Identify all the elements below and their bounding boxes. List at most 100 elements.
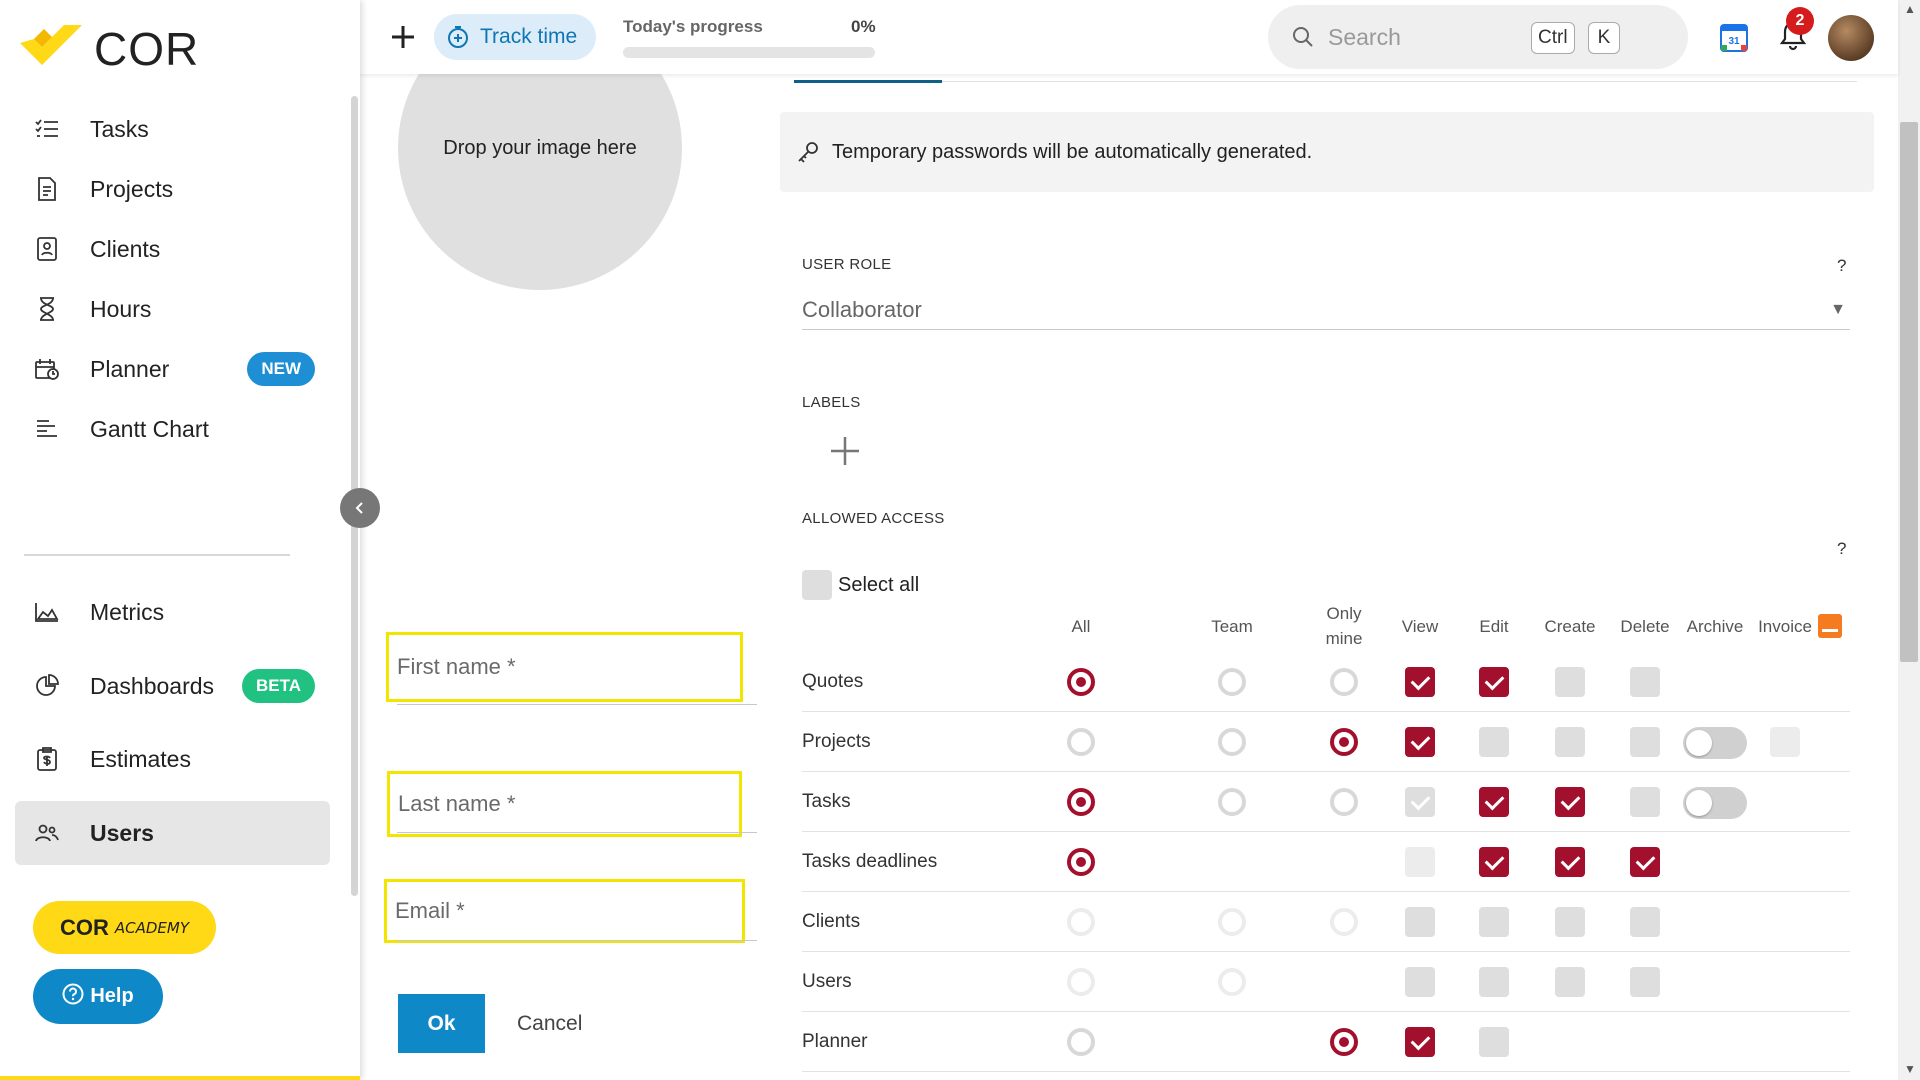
- view-checkbox[interactable]: [1405, 667, 1435, 697]
- all-radio[interactable]: [1067, 668, 1095, 696]
- all-radio[interactable]: [1067, 968, 1095, 996]
- email-input[interactable]: [395, 898, 742, 924]
- team-radio[interactable]: [1218, 968, 1246, 996]
- pie-chart-icon: [33, 672, 61, 700]
- delete-checkbox[interactable]: [1630, 787, 1660, 817]
- create-cell: [1555, 847, 1585, 877]
- sidebar-item-dashboards[interactable]: Dashboards BETA: [15, 654, 330, 718]
- sidebar-item-planner[interactable]: Planner NEW: [15, 337, 330, 401]
- quick-add-button[interactable]: [386, 20, 420, 54]
- create-checkbox[interactable]: [1555, 787, 1585, 817]
- sidebar-item-metrics[interactable]: Metrics: [15, 580, 330, 644]
- invoice-cell: [1770, 727, 1800, 757]
- view-cell: [1405, 847, 1435, 877]
- delete-checkbox[interactable]: [1630, 667, 1660, 697]
- page-scrollbar-thumb[interactable]: [1900, 122, 1918, 662]
- create-checkbox[interactable]: [1555, 727, 1585, 757]
- team-radio[interactable]: [1218, 788, 1246, 816]
- all-radio[interactable]: [1067, 1028, 1095, 1056]
- create-checkbox[interactable]: [1555, 667, 1585, 697]
- all-cell: [1066, 1027, 1096, 1057]
- select-all-checkbox[interactable]: Select all: [802, 570, 919, 600]
- invoice-checkbox[interactable]: [1770, 727, 1800, 757]
- notice-text: Temporary passwords will be automaticall…: [832, 140, 1313, 163]
- mine-radio[interactable]: [1330, 1028, 1358, 1056]
- logo[interactable]: COR: [20, 14, 199, 84]
- last-name-input[interactable]: [398, 791, 739, 817]
- sidebar-item-label: Tasks: [90, 115, 149, 142]
- sidebar-item-label: Dashboards: [90, 672, 215, 699]
- edit-checkbox[interactable]: [1479, 787, 1509, 817]
- edit-checkbox[interactable]: [1479, 847, 1509, 877]
- delete-checkbox[interactable]: [1630, 907, 1660, 937]
- create-checkbox[interactable]: [1555, 967, 1585, 997]
- plus-icon: [831, 437, 859, 465]
- team-radio[interactable]: [1218, 908, 1246, 936]
- sidebar-item-projects[interactable]: Projects: [15, 157, 330, 221]
- cancel-button[interactable]: Cancel: [517, 1012, 582, 1036]
- email-field[interactable]: [384, 879, 745, 943]
- mine-radio[interactable]: [1330, 728, 1358, 756]
- labels-label: LABELS: [802, 394, 861, 411]
- sidebar-item-users[interactable]: Users: [15, 801, 330, 865]
- team-radio[interactable]: [1218, 728, 1246, 756]
- create-checkbox[interactable]: [1555, 847, 1585, 877]
- progress-value: 0%: [851, 17, 876, 36]
- user-role-value: Collaborator: [802, 296, 922, 322]
- delete-checkbox[interactable]: [1630, 727, 1660, 757]
- scroll-up-icon[interactable]: ▲: [1904, 2, 1916, 16]
- sidebar-item-tasks[interactable]: Tasks: [15, 97, 330, 161]
- view-checkbox[interactable]: [1405, 1027, 1435, 1057]
- sidebar-item-label: Gantt Chart: [90, 415, 209, 442]
- track-time-button[interactable]: Track time: [434, 14, 596, 60]
- all-radio[interactable]: [1067, 848, 1095, 876]
- sidebar-item-estimates[interactable]: Estimates: [15, 727, 330, 791]
- last-name-field[interactable]: [387, 771, 742, 837]
- user-role-help-icon[interactable]: ?: [1837, 256, 1846, 276]
- view-checkbox[interactable]: [1405, 907, 1435, 937]
- archive-toggle[interactable]: [1683, 787, 1747, 819]
- view-checkbox[interactable]: [1405, 967, 1435, 997]
- delete-cell: [1630, 787, 1660, 817]
- create-checkbox[interactable]: [1555, 907, 1585, 937]
- view-checkbox[interactable]: [1405, 727, 1435, 757]
- view-cell: [1405, 967, 1435, 997]
- sidebar-item-clients[interactable]: Clients: [15, 217, 330, 281]
- sidebar-item-gantt-chart[interactable]: Gantt Chart: [15, 397, 330, 461]
- edit-checkbox[interactable]: [1479, 1027, 1509, 1057]
- archive-toggle[interactable]: [1683, 727, 1747, 759]
- all-radio[interactable]: [1067, 728, 1095, 756]
- edit-checkbox[interactable]: [1479, 907, 1509, 937]
- edit-checkbox[interactable]: [1479, 667, 1509, 697]
- mine-radio[interactable]: [1330, 908, 1358, 936]
- delete-checkbox[interactable]: [1630, 967, 1660, 997]
- view-checkbox[interactable]: [1405, 847, 1435, 877]
- allowed-access-help-icon[interactable]: ?: [1837, 539, 1846, 559]
- view-checkbox[interactable]: [1405, 787, 1435, 817]
- cor-academy-button[interactable]: COR ACADEMY: [33, 901, 216, 954]
- add-label-button[interactable]: [828, 434, 862, 468]
- page: COR Tasks Projects Clients Hours Planner…: [0, 0, 1920, 1080]
- all-radio[interactable]: [1067, 908, 1095, 936]
- search-box[interactable]: Ctrl K: [1268, 5, 1688, 69]
- edit-checkbox[interactable]: [1479, 967, 1509, 997]
- mine-radio[interactable]: [1330, 788, 1358, 816]
- all-radio[interactable]: [1067, 788, 1095, 816]
- scroll-down-icon[interactable]: ▼: [1904, 1062, 1916, 1076]
- user-avatar[interactable]: [1828, 15, 1874, 61]
- collapse-sidebar-button[interactable]: [340, 488, 380, 528]
- search-input[interactable]: [1328, 23, 1538, 51]
- first-name-field[interactable]: [386, 632, 743, 702]
- team-radio[interactable]: [1218, 668, 1246, 696]
- mine-radio[interactable]: [1330, 668, 1358, 696]
- google-calendar-icon[interactable]: 31: [1720, 24, 1748, 52]
- delete-checkbox[interactable]: [1630, 847, 1660, 877]
- user-role-select[interactable]: Collaborator ▼: [802, 290, 1850, 330]
- sidebar-item-hours[interactable]: Hours: [15, 277, 330, 341]
- first-name-input[interactable]: [397, 654, 740, 680]
- progress-bar: [623, 47, 875, 58]
- ok-button[interactable]: Ok: [398, 994, 485, 1053]
- edit-checkbox[interactable]: [1479, 727, 1509, 757]
- col-header-view: View: [1401, 617, 1439, 636]
- help-button[interactable]: Help: [33, 969, 163, 1024]
